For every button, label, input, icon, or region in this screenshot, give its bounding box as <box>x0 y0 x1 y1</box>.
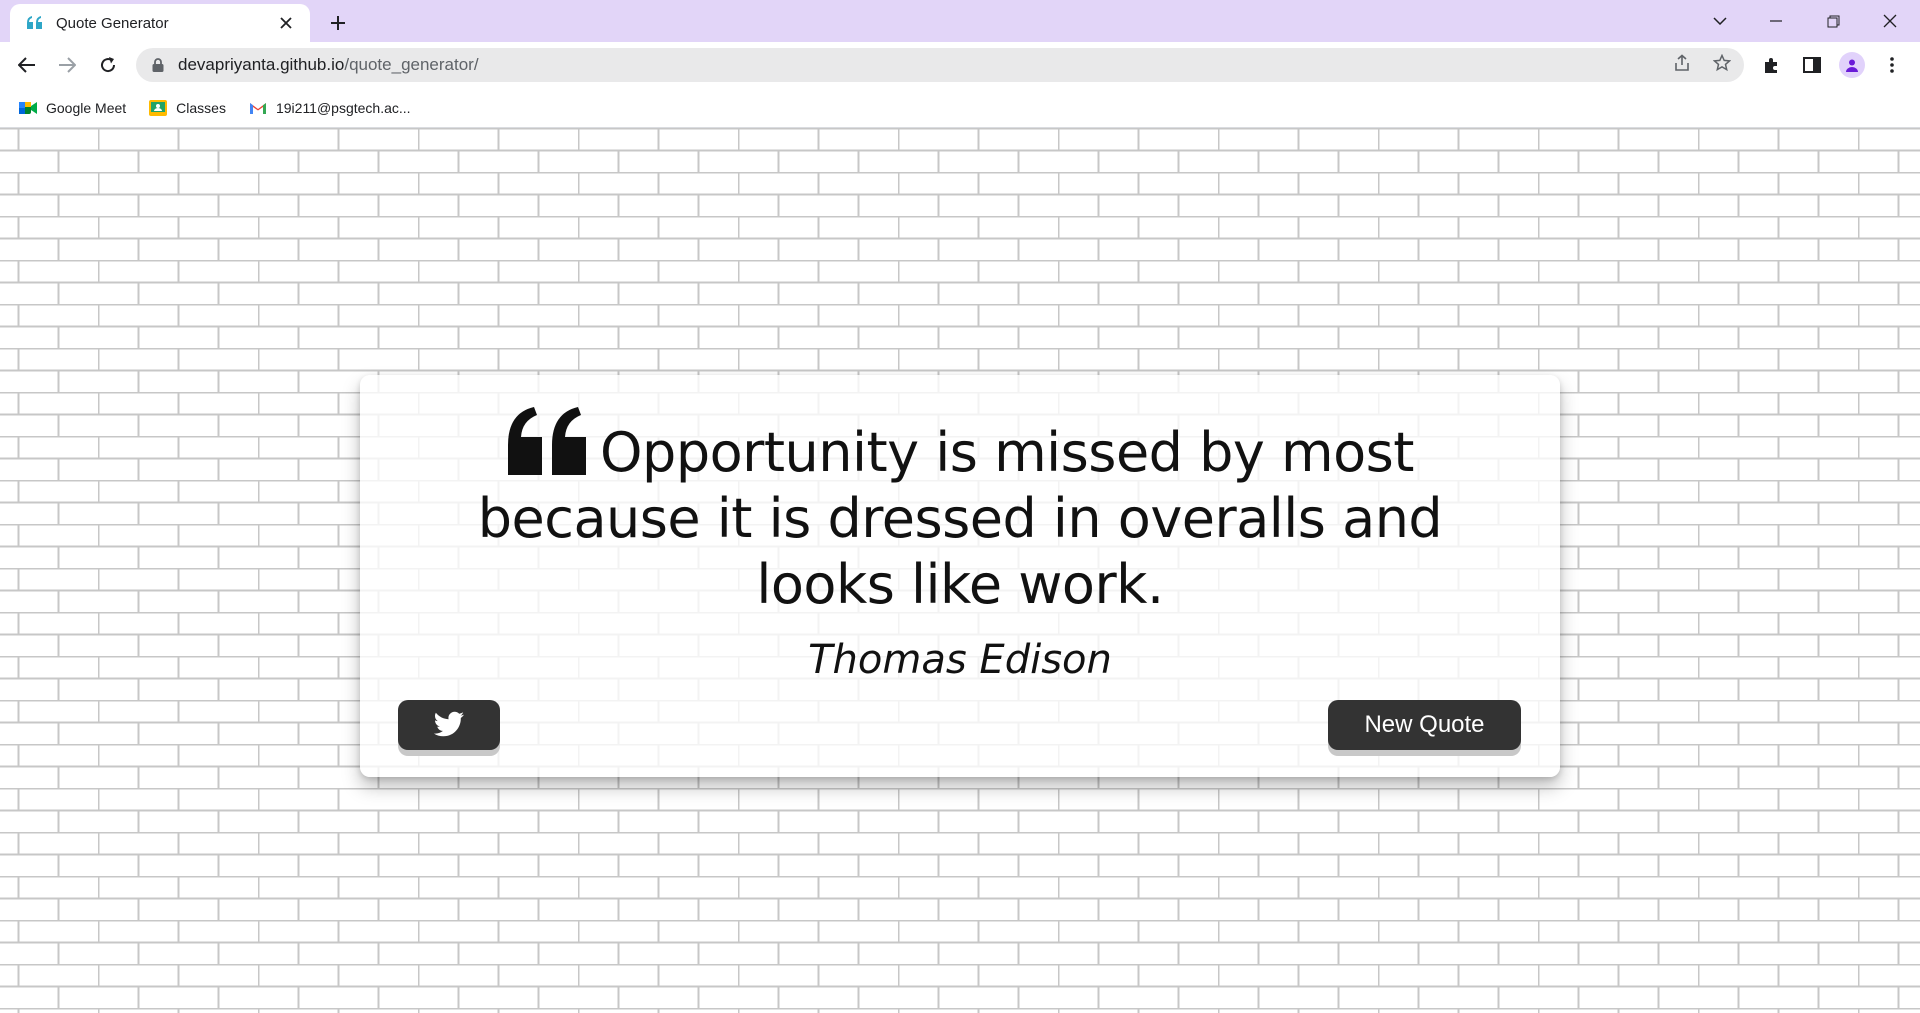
tab-strip: Quote Generator <box>0 0 1920 42</box>
bookmarks-bar: Google Meet Classes 19i211@psgtech.ac... <box>0 88 1920 128</box>
reload-icon[interactable] <box>93 50 123 80</box>
lock-icon <box>152 58 164 72</box>
address-bar[interactable]: devapriyanta.github.io/quote_generator/ <box>136 48 1744 82</box>
bookmark-classes[interactable]: Classes <box>148 99 226 117</box>
tab-title: Quote Generator <box>56 14 169 32</box>
url-path: /quote_generator/ <box>344 55 479 74</box>
url-text: devapriyanta.github.io/quote_generator/ <box>178 55 479 75</box>
google-classroom-icon <box>149 99 168 116</box>
google-meet-icon <box>19 101 37 114</box>
bookmark-star-icon[interactable] <box>1708 49 1736 77</box>
quote-favicon-icon <box>27 16 42 29</box>
quote-block: Opportunity is missed by most because it… <box>450 405 1470 618</box>
quote-author: Thomas Edison <box>808 637 1112 683</box>
menu-dots-icon[interactable] <box>1878 51 1906 79</box>
quote-card: Opportunity is missed by most because it… <box>360 375 1560 777</box>
forward-icon[interactable] <box>52 50 82 80</box>
quote-text: Opportunity is missed by most because it… <box>477 421 1443 616</box>
side-panel-icon[interactable] <box>1798 51 1826 79</box>
bookmark-google-meet[interactable]: Google Meet <box>18 99 126 117</box>
url-host: devapriyanta.github.io <box>178 55 345 74</box>
new-quote-button[interactable]: New Quote <box>1328 700 1521 750</box>
share-icon[interactable] <box>1668 49 1696 77</box>
quote-left-icon <box>508 407 587 475</box>
tab-search-icon[interactable] <box>1700 6 1740 36</box>
extensions-icon[interactable] <box>1758 51 1786 79</box>
bookmark-gmail[interactable]: 19i211@psgtech.ac... <box>248 99 411 117</box>
restore-icon[interactable] <box>1813 6 1853 36</box>
new-tab-button[interactable] <box>324 9 352 37</box>
profile-avatar[interactable] <box>1838 51 1866 79</box>
gmail-icon <box>249 102 266 114</box>
window-close-icon[interactable] <box>1870 6 1910 36</box>
bookmark-label: 19i211@psgtech.ac... <box>275 99 411 116</box>
browser-toolbar: devapriyanta.github.io/quote_generator/ <box>0 42 1920 88</box>
page-viewport: Opportunity is missed by most because it… <box>0 128 1920 1013</box>
minimize-icon[interactable] <box>1756 6 1796 36</box>
back-icon[interactable] <box>12 50 42 80</box>
twitter-icon <box>433 711 464 737</box>
bookmark-label: Google Meet <box>46 99 127 116</box>
tweet-button[interactable] <box>398 700 500 750</box>
close-tab-icon[interactable] <box>274 11 298 35</box>
browser-tab[interactable]: Quote Generator <box>10 4 310 42</box>
bookmark-label: Classes <box>176 99 226 116</box>
